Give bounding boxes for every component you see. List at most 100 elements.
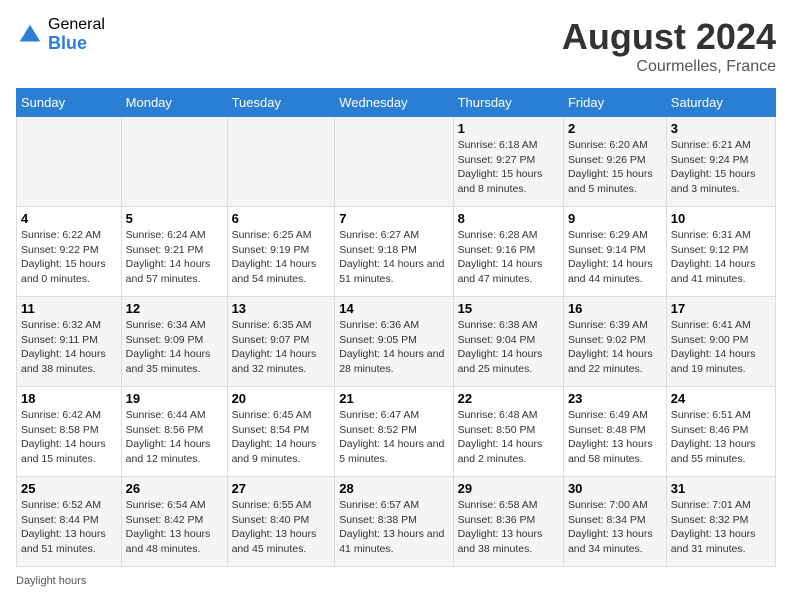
day-number: 6 [232, 211, 331, 226]
day-number: 17 [671, 301, 771, 316]
day-info: Sunrise: 6:45 AM Sunset: 8:54 PM Dayligh… [232, 408, 331, 467]
calendar-cell: 23 Sunrise: 6:49 AM Sunset: 8:48 PM Dayli… [563, 387, 666, 477]
day-info: Sunrise: 6:21 AM Sunset: 9:24 PM Dayligh… [671, 138, 771, 197]
day-info: Sunrise: 6:18 AM Sunset: 9:27 PM Dayligh… [458, 138, 559, 197]
column-header-saturday: Saturday [666, 89, 775, 117]
calendar-cell: 20 Sunrise: 6:45 AM Sunset: 8:54 PM Dayli… [227, 387, 335, 477]
calendar-table: SundayMondayTuesdayWednesdayThursdayFrid… [16, 88, 776, 567]
day-number: 31 [671, 481, 771, 496]
logo-text: General Blue [48, 16, 105, 53]
day-number: 22 [458, 391, 559, 406]
calendar-cell: 1 Sunrise: 6:18 AM Sunset: 9:27 PM Daylig… [453, 117, 563, 207]
calendar-cell: 24Sunrise: 6:51 AM Sunset: 8:46 PM Dayli… [666, 387, 775, 477]
calendar-cell: 27 Sunrise: 6:55 AM Sunset: 8:40 PM Dayli… [227, 477, 335, 567]
day-number: 21 [339, 391, 448, 406]
calendar-cell: 16 Sunrise: 6:39 AM Sunset: 9:02 PM Dayli… [563, 297, 666, 387]
column-header-sunday: Sunday [17, 89, 122, 117]
location: Courmelles, France [562, 58, 776, 76]
day-number: 18 [21, 391, 117, 406]
calendar-cell: 31Sunrise: 7:01 AM Sunset: 8:32 PM Dayli… [666, 477, 775, 567]
calendar-cell: 26 Sunrise: 6:54 AM Sunset: 8:42 PM Dayli… [121, 477, 227, 567]
day-info: Sunrise: 6:31 AM Sunset: 9:12 PM Dayligh… [671, 228, 771, 287]
calendar-week-row: 4 Sunrise: 6:22 AM Sunset: 9:22 PM Daylig… [17, 207, 776, 297]
day-info: Sunrise: 6:29 AM Sunset: 9:14 PM Dayligh… [568, 228, 662, 287]
footer: Daylight hours [16, 575, 776, 587]
day-number: 2 [568, 121, 662, 136]
logo-blue: Blue [48, 34, 105, 54]
calendar-cell: 5 Sunrise: 6:24 AM Sunset: 9:21 PM Daylig… [121, 207, 227, 297]
day-number: 30 [568, 481, 662, 496]
calendar-cell: 13 Sunrise: 6:35 AM Sunset: 9:07 PM Dayli… [227, 297, 335, 387]
calendar-cell: 8 Sunrise: 6:28 AM Sunset: 9:16 PM Daylig… [453, 207, 563, 297]
day-info: Sunrise: 6:54 AM Sunset: 8:42 PM Dayligh… [126, 498, 223, 557]
day-number: 3 [671, 121, 771, 136]
day-number: 20 [232, 391, 331, 406]
day-number: 24 [671, 391, 771, 406]
day-info: Sunrise: 6:20 AM Sunset: 9:26 PM Dayligh… [568, 138, 662, 197]
title-block: August 2024 Courmelles, France [562, 16, 776, 76]
day-number: 19 [126, 391, 223, 406]
day-info: Sunrise: 6:49 AM Sunset: 8:48 PM Dayligh… [568, 408, 662, 467]
calendar-week-row: 18 Sunrise: 6:42 AM Sunset: 8:58 PM Dayli… [17, 387, 776, 477]
column-header-monday: Monday [121, 89, 227, 117]
day-number: 28 [339, 481, 448, 496]
day-number: 29 [458, 481, 559, 496]
page-header: General Blue August 2024 Courmelles, Fra… [16, 16, 776, 76]
calendar-cell: 22Sunrise: 6:48 AM Sunset: 8:50 PM Dayli… [453, 387, 563, 477]
day-number: 13 [232, 301, 331, 316]
calendar-cell: 18 Sunrise: 6:42 AM Sunset: 8:58 PM Dayli… [17, 387, 122, 477]
day-number: 25 [21, 481, 117, 496]
day-number: 10 [671, 211, 771, 226]
calendar-cell: 10 Sunrise: 6:31 AM Sunset: 9:12 PM Dayli… [666, 207, 775, 297]
calendar-cell: 30 Sunrise: 7:00 AM Sunset: 8:34 PM Dayli… [563, 477, 666, 567]
day-number: 23 [568, 391, 662, 406]
calendar-cell: 17 Sunrise: 6:41 AM Sunset: 9:00 PM Dayli… [666, 297, 775, 387]
column-header-friday: Friday [563, 89, 666, 117]
day-info: Sunrise: 6:27 AM Sunset: 9:18 PM Dayligh… [339, 228, 448, 287]
day-info: Sunrise: 6:55 AM Sunset: 8:40 PM Dayligh… [232, 498, 331, 557]
calendar-cell: 11Sunrise: 6:32 AM Sunset: 9:11 PM Dayli… [17, 297, 122, 387]
day-number: 16 [568, 301, 662, 316]
calendar-header-row: SundayMondayTuesdayWednesdayThursdayFrid… [17, 89, 776, 117]
day-info: Sunrise: 6:36 AM Sunset: 9:05 PM Dayligh… [339, 318, 448, 377]
day-number: 14 [339, 301, 448, 316]
calendar-cell: 29 Sunrise: 6:58 AM Sunset: 8:36 PM Dayli… [453, 477, 563, 567]
day-number: 1 [458, 121, 559, 136]
day-info: Sunrise: 6:41 AM Sunset: 9:00 PM Dayligh… [671, 318, 771, 377]
day-info: Sunrise: 6:39 AM Sunset: 9:02 PM Dayligh… [568, 318, 662, 377]
calendar-cell: 25 Sunrise: 6:52 AM Sunset: 8:44 PM Dayli… [17, 477, 122, 567]
logo-icon [16, 21, 44, 49]
day-number: 7 [339, 211, 448, 226]
calendar-cell: 2 Sunrise: 6:20 AM Sunset: 9:26 PM Daylig… [563, 117, 666, 207]
calendar-cell: 4 Sunrise: 6:22 AM Sunset: 9:22 PM Daylig… [17, 207, 122, 297]
day-number: 9 [568, 211, 662, 226]
day-info: Sunrise: 6:28 AM Sunset: 9:16 PM Dayligh… [458, 228, 559, 287]
calendar-week-row: 11Sunrise: 6:32 AM Sunset: 9:11 PM Dayli… [17, 297, 776, 387]
day-number: 4 [21, 211, 117, 226]
calendar-cell: 12 Sunrise: 6:34 AM Sunset: 9:09 PM Dayli… [121, 297, 227, 387]
day-info: Sunrise: 6:34 AM Sunset: 9:09 PM Dayligh… [126, 318, 223, 377]
day-info: Sunrise: 6:38 AM Sunset: 9:04 PM Dayligh… [458, 318, 559, 377]
day-number: 12 [126, 301, 223, 316]
calendar-cell: 6Sunrise: 6:25 AM Sunset: 9:19 PM Daylig… [227, 207, 335, 297]
day-info: Sunrise: 6:22 AM Sunset: 9:22 PM Dayligh… [21, 228, 117, 287]
logo-general: General [48, 16, 105, 34]
day-number: 26 [126, 481, 223, 496]
day-info: Sunrise: 6:58 AM Sunset: 8:36 PM Dayligh… [458, 498, 559, 557]
day-info: Sunrise: 6:24 AM Sunset: 9:21 PM Dayligh… [126, 228, 223, 287]
calendar-cell [121, 117, 227, 207]
day-info: Sunrise: 6:42 AM Sunset: 8:58 PM Dayligh… [21, 408, 117, 467]
calendar-cell: 7 Sunrise: 6:27 AM Sunset: 9:18 PM Daylig… [335, 207, 453, 297]
day-number: 27 [232, 481, 331, 496]
calendar-cell [17, 117, 122, 207]
day-info: Sunrise: 6:52 AM Sunset: 8:44 PM Dayligh… [21, 498, 117, 557]
day-info: Sunrise: 6:35 AM Sunset: 9:07 PM Dayligh… [232, 318, 331, 377]
calendar-week-row: 1 Sunrise: 6:18 AM Sunset: 9:27 PM Daylig… [17, 117, 776, 207]
calendar-cell [227, 117, 335, 207]
calendar-week-row: 25 Sunrise: 6:52 AM Sunset: 8:44 PM Dayli… [17, 477, 776, 567]
calendar-cell: 3 Sunrise: 6:21 AM Sunset: 9:24 PM Daylig… [666, 117, 775, 207]
column-header-thursday: Thursday [453, 89, 563, 117]
day-number: 8 [458, 211, 559, 226]
day-info: Sunrise: 7:00 AM Sunset: 8:34 PM Dayligh… [568, 498, 662, 557]
day-number: 5 [126, 211, 223, 226]
